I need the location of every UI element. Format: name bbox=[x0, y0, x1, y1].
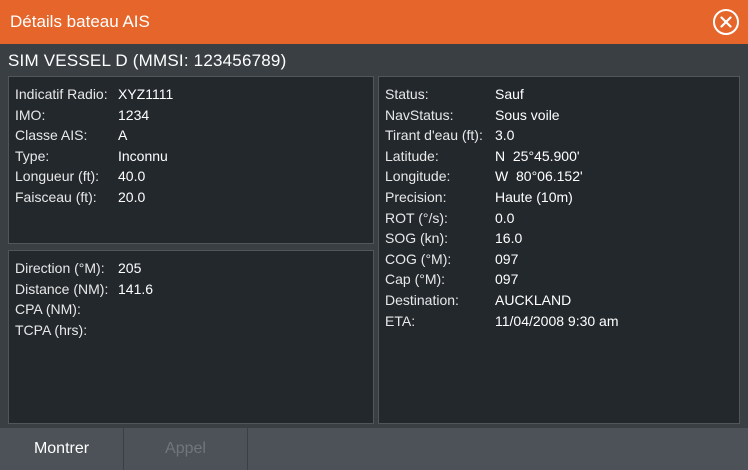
info-row: Classe AIS: A bbox=[15, 125, 367, 146]
info-value: Inconnu bbox=[118, 147, 168, 164]
info-value: 40.0 bbox=[118, 168, 146, 185]
info-row: Type: Inconnu bbox=[15, 146, 367, 167]
info-label: Type: bbox=[15, 147, 50, 164]
info-label: NavStatus: bbox=[385, 106, 454, 123]
info-value: AUCKLAND bbox=[495, 291, 572, 308]
info-row: Cap (°M): 097 bbox=[385, 269, 733, 290]
info-value: 3.0 bbox=[495, 127, 515, 144]
info-value: 097 bbox=[495, 271, 519, 288]
info-row: SOG (kn): 16.0 bbox=[385, 228, 733, 249]
info-label: COG (°M): bbox=[385, 250, 452, 267]
info-row: Indicatif Radio: XYZ1111 bbox=[15, 84, 367, 105]
close-button[interactable] bbox=[713, 9, 739, 35]
info-value: Sauf bbox=[495, 86, 524, 102]
info-row: Faisceau (ft): 20.0 bbox=[15, 187, 367, 208]
info-row: Direction (°M): 205 bbox=[15, 258, 367, 279]
info-row: COG (°M): 097 bbox=[385, 249, 733, 270]
info-value: Sous voile bbox=[495, 106, 560, 123]
info-row: Precision: Haute (10m) bbox=[385, 187, 733, 208]
info-label: Direction (°M): bbox=[15, 260, 105, 276]
info-value: 20.0 bbox=[118, 188, 146, 205]
info-value: N 25°45.900' bbox=[495, 147, 580, 164]
info-label: Faisceau (ft): bbox=[15, 188, 97, 205]
info-label: SOG (kn): bbox=[385, 230, 449, 247]
info-value: XYZ1111 bbox=[118, 86, 174, 102]
info-label: Destination: bbox=[385, 291, 459, 308]
info-label: Latitude: bbox=[385, 147, 439, 164]
info-value: 11/04/2008 9:30 am bbox=[495, 312, 619, 329]
vessel-identity-panel: Indicatif Radio: XYZ1111 IMO: 1234 Classe … bbox=[8, 76, 374, 244]
info-value: 097 bbox=[495, 250, 519, 267]
info-row: ROT (°/s): 0.0 bbox=[385, 208, 733, 229]
info-label: CPA (NM): bbox=[15, 301, 81, 318]
info-row: Longitude: W 80°06.152' bbox=[385, 166, 733, 187]
info-value: 205 bbox=[118, 260, 142, 276]
vessel-title: SIM VESSEL D (MMSI: 123456789) bbox=[8, 51, 287, 70]
info-label: Distance (NM): bbox=[15, 280, 109, 297]
dialog-title: Détails bateau AIS bbox=[10, 12, 150, 31]
info-label: IMO: bbox=[15, 106, 46, 123]
info-row: Latitude: N 25°45.900' bbox=[385, 146, 733, 167]
info-label: Indicatif Radio: bbox=[15, 86, 108, 102]
info-label: Tirant d'eau (ft): bbox=[385, 127, 483, 144]
info-row: Destination: AUCKLAND bbox=[385, 290, 733, 311]
info-label: Longitude: bbox=[385, 168, 451, 185]
info-value: Haute (10m) bbox=[495, 188, 573, 205]
info-value: A bbox=[118, 127, 128, 144]
info-row: CPA (NM): bbox=[15, 299, 367, 320]
info-label: Precision: bbox=[385, 188, 447, 205]
info-row: Longueur (ft): 40.0 bbox=[15, 166, 367, 187]
info-row: ETA: 11/04/2008 9:30 am bbox=[385, 311, 733, 332]
info-label: Longueur (ft): bbox=[15, 168, 100, 185]
close-icon bbox=[720, 16, 732, 28]
info-row: NavStatus: Sous voile bbox=[385, 105, 733, 126]
show-button[interactable]: Montrer bbox=[0, 428, 124, 470]
info-row: TCPA (hrs): bbox=[15, 320, 367, 341]
info-label: TCPA (hrs): bbox=[15, 321, 88, 338]
info-row: Distance (NM): 141.6 bbox=[15, 279, 367, 300]
info-value: 141.6 bbox=[118, 280, 154, 297]
info-row: Tirant d'eau (ft): 3.0 bbox=[385, 125, 733, 146]
info-value: 0.0 bbox=[495, 209, 515, 226]
info-label: ROT (°/s): bbox=[385, 209, 448, 226]
status-panel: Status: Sauf NavStatus: Sous voile Tirant … bbox=[378, 76, 740, 424]
info-label: Classe AIS: bbox=[15, 127, 88, 144]
info-row: IMO: 1234 bbox=[15, 105, 367, 126]
info-label: Status: bbox=[385, 86, 429, 102]
info-label: Cap (°M): bbox=[385, 271, 446, 288]
footer-toolbar: Montrer Appel bbox=[0, 428, 748, 470]
info-value: W 80°06.152' bbox=[495, 168, 583, 185]
info-label: ETA: bbox=[385, 312, 416, 329]
navigation-panel: Direction (°M): 205 Distance (NM): 141.6 C… bbox=[8, 250, 374, 424]
call-button: Appel bbox=[124, 428, 248, 470]
info-value: 16.0 bbox=[495, 230, 523, 247]
info-row: Status: Sauf bbox=[385, 84, 733, 105]
dialog-titlebar: Détails bateau AIS bbox=[0, 0, 748, 44]
info-value: 1234 bbox=[118, 106, 150, 123]
